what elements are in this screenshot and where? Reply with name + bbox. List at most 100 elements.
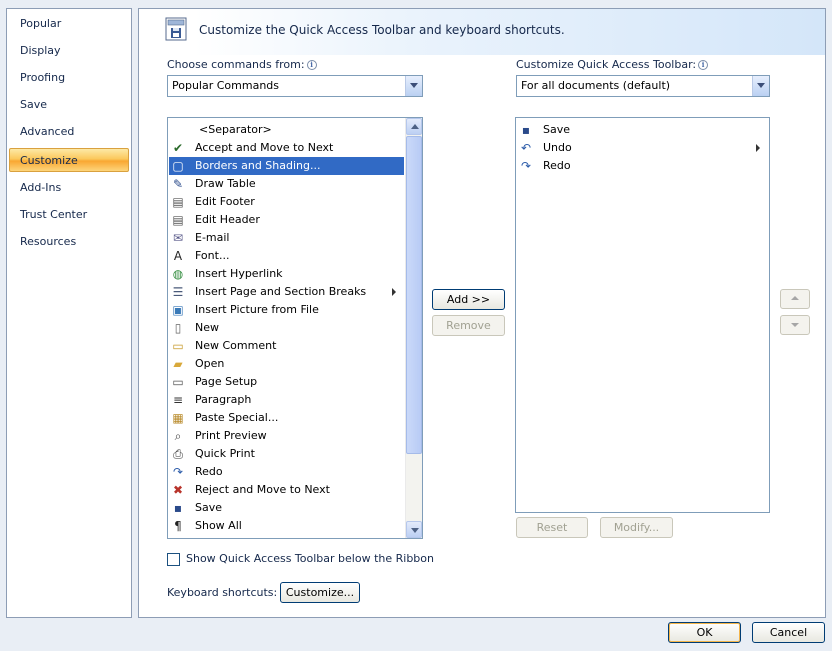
customize-qat-value: For all documents (default) (521, 79, 671, 92)
nav-item-resources[interactable]: Resources (10, 230, 128, 254)
paste-icon: ▦ (172, 411, 184, 425)
modify-button[interactable]: Modify... (600, 517, 673, 538)
nav-item-label: Customize (20, 154, 78, 167)
nav-item-trust-center[interactable]: Trust Center (10, 203, 128, 227)
remove-button[interactable]: Remove (432, 315, 505, 336)
list-item[interactable]: ≡ Paragraph (169, 391, 404, 409)
nav-item-display[interactable]: Display (10, 39, 128, 63)
list-item[interactable]: ✔ Accept and Move to Next (169, 139, 404, 157)
nav-item-proofing[interactable]: Proofing (10, 66, 128, 90)
page-break-icon: ☰ (172, 285, 184, 299)
list-item-label: Edit Header (195, 213, 260, 226)
info-icon: i (698, 60, 709, 70)
list-item[interactable]: A Font... (169, 247, 404, 265)
pilcrow-icon: ¶ (174, 519, 182, 533)
list-item[interactable]: ⌕ Print Preview (169, 427, 404, 445)
chevron-down-icon[interactable] (405, 76, 422, 96)
chevron-down-icon[interactable] (752, 76, 769, 96)
list-item-label: Quick Print (195, 447, 255, 460)
list-item[interactable]: ✎ Draw Table (169, 175, 404, 193)
ok-button[interactable]: OK (668, 622, 741, 643)
list-item[interactable]: ▯ New (169, 319, 404, 337)
reset-button[interactable]: Reset (516, 517, 588, 538)
list-item[interactable]: ▣ Insert Picture from File (169, 301, 404, 319)
nav-item-label: Proofing (20, 71, 66, 84)
list-item[interactable]: ▢ Borders and Shading... (169, 157, 404, 175)
open-icon: ▰ (173, 357, 183, 371)
list-item-label: Reject and Move to Next (195, 483, 330, 496)
arrow-down-icon (791, 323, 799, 327)
commands-list[interactable]: <Separator> ✔ Accept and Move to Next ▢ Bord… (167, 117, 423, 539)
quick-access-toolbar-icon (165, 17, 187, 41)
list-item[interactable]: ↷ Redo (517, 157, 768, 175)
nav-item-add-ins[interactable]: Add-Ins (10, 176, 128, 200)
list-item[interactable]: ↷ Redo (169, 463, 404, 481)
list-item-label: Redo (543, 159, 571, 172)
list-item-label: Open (195, 357, 225, 370)
scroll-thumb[interactable] (406, 136, 422, 454)
scroll-down-button[interactable] (406, 521, 422, 538)
customize-shortcuts-button[interactable]: Customize... (280, 582, 360, 603)
list-item-label: Save (195, 501, 223, 514)
list-item-label: Paragraph (195, 393, 252, 406)
nav-item-label: Add-Ins (20, 181, 62, 194)
list-item[interactable]: ▦ Paste Special... (169, 409, 404, 427)
list-item[interactable]: ▪ Save (517, 121, 768, 139)
list-item-label: Print Preview (195, 429, 267, 442)
new-icon: ▯ (174, 321, 182, 335)
list-item-label: E-mail (195, 231, 230, 244)
nav-item-save[interactable]: Save (10, 93, 128, 117)
nav-item-label: Advanced (20, 125, 75, 138)
list-item[interactable]: <Separator> (169, 121, 404, 139)
list-item[interactable]: ▤ Edit Footer (169, 193, 404, 211)
hyperlink-icon: ◍ (172, 267, 184, 281)
nav-item-label: Resources (20, 235, 77, 248)
page-title: Customize the Quick Access Toolbar and k… (199, 23, 565, 37)
comment-icon: ▭ (172, 339, 184, 353)
email-icon: ✉ (172, 231, 184, 245)
list-item[interactable]: ▪ Save (169, 499, 404, 517)
cancel-button[interactable]: Cancel (752, 622, 825, 643)
choose-commands-select[interactable]: Popular Commands (167, 75, 423, 97)
paragraph-icon: ≡ (172, 393, 184, 407)
list-item[interactable]: ✖ Reject and Move to Next (169, 481, 404, 499)
move-up-button[interactable] (780, 289, 810, 309)
list-item[interactable]: ▰ Open (169, 355, 404, 373)
list-item-label: Font... (195, 249, 230, 262)
redo-icon: ↷ (520, 159, 532, 173)
list-item[interactable]: ▭ Page Setup (169, 373, 404, 391)
list-item[interactable]: ▭ New Comment (169, 337, 404, 355)
redo-icon: ↷ (172, 465, 184, 479)
customize-qat-select[interactable]: For all documents (default) (516, 75, 770, 97)
nav-item-popular[interactable]: Popular (10, 12, 128, 36)
nav-item-advanced[interactable]: Advanced (10, 120, 128, 144)
list-item-label: New Comment (195, 339, 277, 352)
scroll-up-button[interactable] (406, 118, 422, 135)
list-item-label: Accept and Move to Next (195, 141, 334, 154)
page-setup-icon: ▭ (172, 375, 184, 389)
font-icon: A (173, 249, 183, 263)
edit-footer-icon: ▤ (172, 195, 184, 209)
toolbar-commands-list[interactable]: ▪ Save ↶ Undo ↷ Redo (515, 117, 770, 513)
borders-icon: ▢ (172, 159, 184, 173)
options-nav: Popular Display Proofing Save Advanced C… (6, 8, 132, 618)
list-item[interactable]: ▤ Edit Header (169, 211, 404, 229)
list-item-label: Edit Footer (195, 195, 255, 208)
commands-scrollbar[interactable] (405, 118, 422, 538)
blank-icon (170, 122, 186, 138)
list-item-label: Undo (543, 141, 572, 154)
list-item[interactable]: ¶ Show All (169, 517, 404, 535)
list-item-label: Insert Page and Section Breaks (195, 285, 367, 298)
show-below-ribbon-checkbox[interactable] (167, 553, 180, 566)
list-item-label: Draw Table (195, 177, 256, 190)
add-button[interactable]: Add >> (432, 289, 505, 310)
customize-qat-label-text: Customize Quick Access Toolbar: (516, 58, 697, 71)
nav-item-customize[interactable]: Customize (9, 148, 129, 172)
move-down-button[interactable] (780, 315, 810, 335)
list-item[interactable]: ◍ Insert Hyperlink (169, 265, 404, 283)
list-item[interactable]: ⎙ Quick Print (169, 445, 404, 463)
list-item[interactable]: ☰ Insert Page and Section Breaks (169, 283, 404, 301)
list-item-label: Save (543, 123, 571, 136)
list-item[interactable]: ✉ E-mail (169, 229, 404, 247)
list-item[interactable]: ↶ Undo (517, 139, 768, 157)
